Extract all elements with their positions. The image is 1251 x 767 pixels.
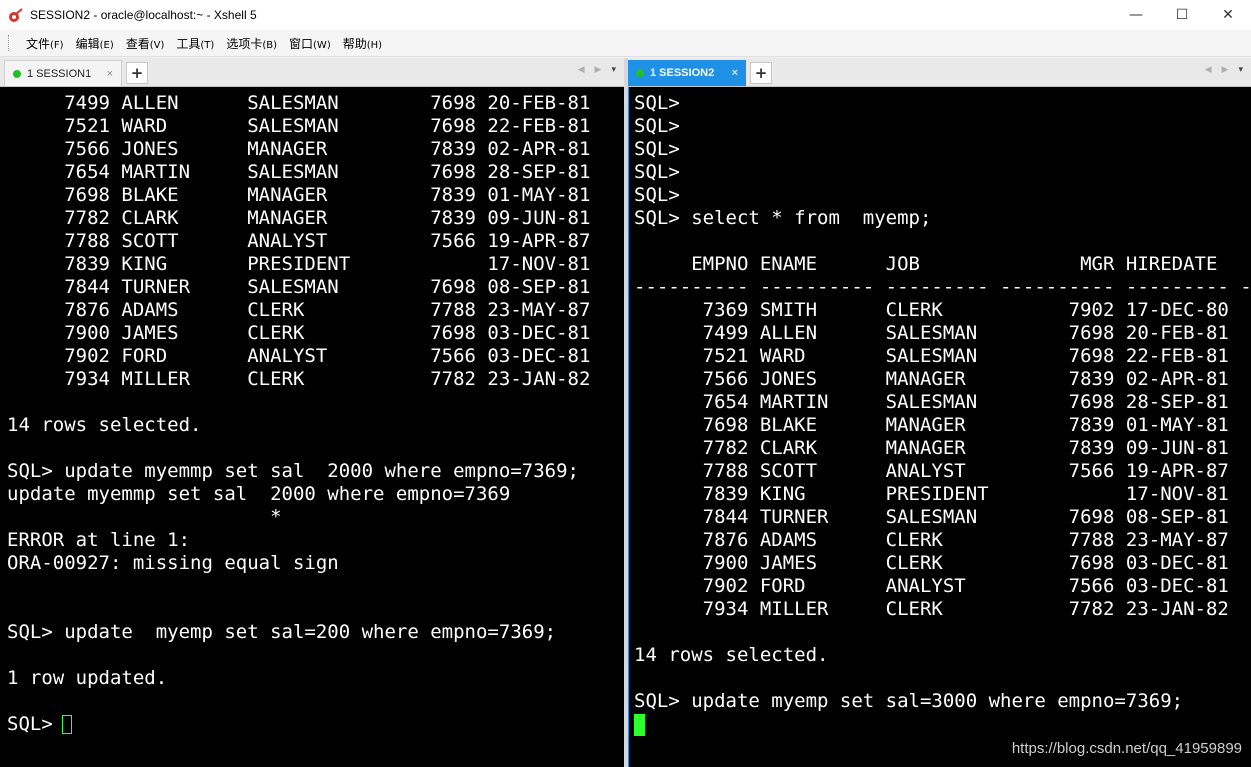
- menu-tools[interactable]: 工具(T): [170, 35, 220, 52]
- add-tab-button[interactable]: +: [126, 62, 148, 84]
- menu-file[interactable]: 文件(F): [20, 35, 70, 52]
- terminal-cursor: [634, 714, 645, 736]
- tab-session1[interactable]: 1 SESSION1 ×: [4, 60, 122, 86]
- tab-close-icon[interactable]: ×: [732, 67, 738, 79]
- tab-next-icon[interactable]: ▶: [595, 65, 602, 75]
- close-button[interactable]: ✕: [1205, 0, 1251, 30]
- tab-label: 1 SESSION2: [650, 67, 715, 79]
- tab-label: 1 SESSION1: [27, 67, 92, 80]
- menu-tabs[interactable]: 选项卡(B): [220, 35, 283, 52]
- right-tab-bar: 1 SESSION2 × + ◀ ▶ ▾: [628, 58, 1251, 87]
- tab-navigation: ◀ ▶ ▾: [578, 65, 616, 75]
- minimize-button[interactable]: —: [1113, 0, 1159, 30]
- terminal-session1[interactable]: 7499 ALLEN SALESMAN 7698 20-FEB-81 7521 …: [0, 87, 624, 767]
- menu-window[interactable]: 窗口(W): [283, 35, 337, 52]
- terminal-session2[interactable]: SQL> SQL> SQL> SQL> SQL> SQL> select * f…: [628, 87, 1251, 767]
- maximize-button[interactable]: ☐: [1159, 0, 1205, 30]
- session-status-icon: [13, 69, 21, 78]
- terminal-output: 7499 ALLEN SALESMAN 7698 20-FEB-81 7521 …: [7, 92, 591, 735]
- menu-help[interactable]: 帮助(H): [337, 35, 388, 52]
- xshell-app-icon[interactable]: [8, 7, 24, 23]
- tab-prev-icon[interactable]: ◀: [578, 65, 585, 75]
- watermark-text: https://blog.csdn.net/qq_41959899: [1011, 740, 1242, 757]
- add-tab-button[interactable]: +: [750, 62, 772, 84]
- tab-list-dropdown-icon[interactable]: ▾: [1238, 65, 1243, 75]
- title-bar: SESSION2 - oracle@localhost:~ - Xshell 5…: [0, 0, 1251, 30]
- menu-view[interactable]: 查看(V): [120, 35, 171, 52]
- window-title: SESSION2 - oracle@localhost:~ - Xshell 5: [30, 8, 257, 22]
- xshell-window: SESSION2 - oracle@localhost:~ - Xshell 5…: [0, 0, 1251, 767]
- tab-next-icon[interactable]: ▶: [1222, 65, 1229, 75]
- session-status-icon: [636, 69, 644, 77]
- menu-grip[interactable]: [8, 35, 12, 51]
- menu-edit[interactable]: 编辑(E): [70, 35, 120, 52]
- terminal-cursor: [62, 715, 72, 734]
- terminal-output: SQL> SQL> SQL> SQL> SQL> SQL> select * f…: [634, 92, 1251, 712]
- tab-list-dropdown-icon[interactable]: ▾: [611, 65, 616, 75]
- tab-prev-icon[interactable]: ◀: [1205, 65, 1212, 75]
- tab-close-icon[interactable]: ×: [107, 68, 113, 80]
- left-tab-bar: 1 SESSION1 × + ◀ ▶ ▾: [0, 58, 624, 87]
- tab-session2[interactable]: 1 SESSION2 ×: [628, 60, 746, 86]
- tab-navigation: ◀ ▶ ▾: [1205, 65, 1243, 75]
- menu-bar: 文件(F) 编辑(E) 查看(V) 工具(T) 选项卡(B) 窗口(W) 帮助(…: [0, 30, 1251, 57]
